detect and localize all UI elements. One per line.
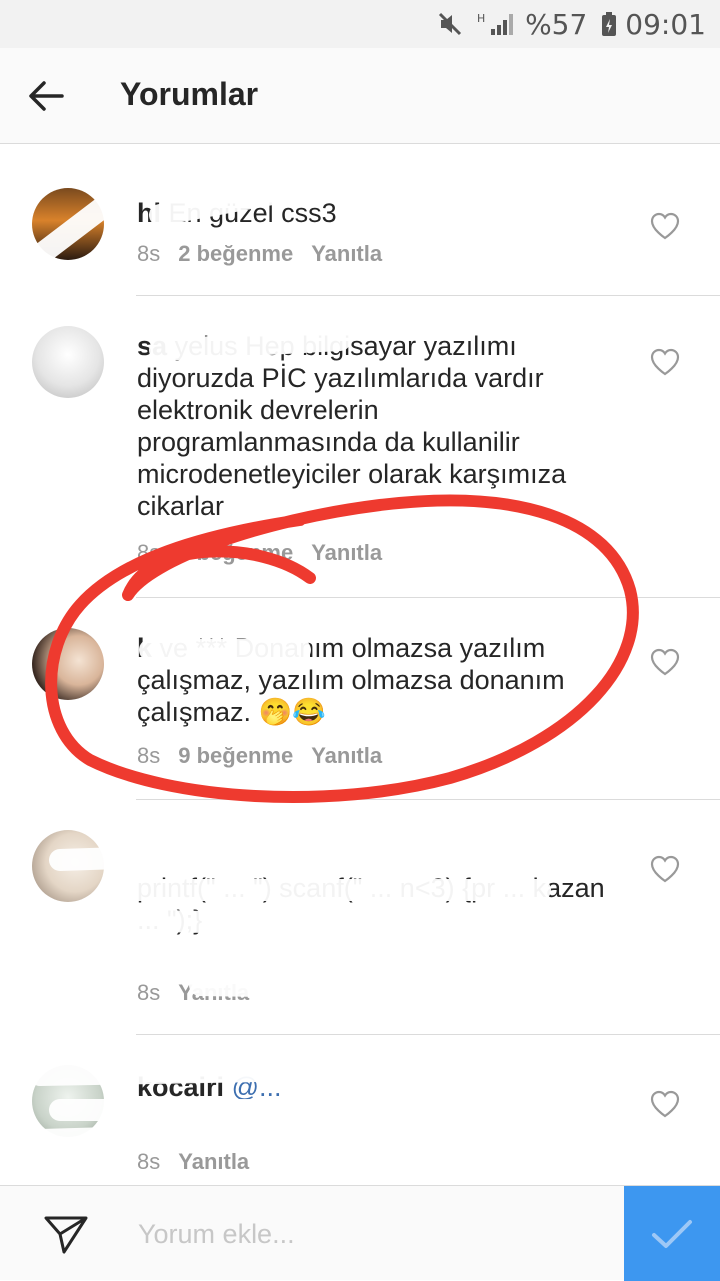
comment-text: hl En güzel css3	[137, 197, 607, 229]
like-count[interactable]: 2 beğenme	[178, 241, 293, 267]
comment-item: sa yelus Hep bilgisayar yazılımı diyoruz…	[0, 296, 720, 598]
reply-button[interactable]: Yanıtla	[311, 743, 382, 769]
comment-message: En güzel css3	[168, 198, 337, 228]
heart-outline-icon[interactable]	[650, 648, 680, 676]
avatar[interactable]	[32, 628, 104, 700]
battery-icon	[601, 11, 617, 37]
reply-button[interactable]: Yanıtla	[178, 980, 249, 1006]
comment-text: printf(" ... ") scanf(" ... n<3) {pr ...…	[137, 872, 607, 936]
clock: 09:01	[625, 7, 706, 41]
heart-outline-icon[interactable]	[650, 212, 680, 240]
paper-plane-icon	[44, 1216, 88, 1254]
comment-message: @...	[231, 1072, 282, 1102]
comment-item: hl En güzel css3 8s 2 beğenme Yanıtla	[0, 145, 720, 296]
heart-outline-icon[interactable]	[650, 348, 680, 376]
page-title: Yorumlar	[120, 76, 259, 112]
comment-time: 8s	[137, 241, 161, 266]
comment-time: 8s	[137, 743, 161, 768]
comment-meta: 8s Yanıtla	[137, 980, 249, 1006]
comment-message: printf(" ... ") scanf(" ... n<3) {pr ...…	[137, 873, 605, 935]
avatar[interactable]	[32, 830, 104, 902]
avatar[interactable]	[32, 188, 104, 260]
comment-item: kocairi @... 8s Yanıtla	[0, 1035, 720, 1185]
reply-button[interactable]: Yanıtla	[311, 540, 382, 566]
comment-username[interactable]: hl	[137, 198, 161, 228]
back-button[interactable]	[22, 74, 70, 118]
mute-icon	[437, 11, 463, 37]
comment-composer	[0, 1185, 720, 1281]
heart-outline-icon[interactable]	[650, 855, 680, 883]
comment-time: 8s	[137, 1149, 161, 1174]
avatar[interactable]	[32, 1065, 104, 1137]
comment-time: 8s	[137, 980, 161, 1005]
avatar[interactable]	[32, 326, 104, 398]
post-comment-button[interactable]	[624, 1186, 720, 1281]
like-count[interactable]: 9 beğenme	[178, 743, 293, 769]
comment-text: k ve *** Donanım olmazsa yazılım çalışma…	[137, 632, 607, 728]
comment-input[interactable]	[136, 1206, 610, 1262]
comment-meta: 8s 2 beğenme Yanıtla	[137, 540, 382, 566]
status-bar: H %57 09:01	[0, 0, 720, 48]
comment-meta: 8s Yanıtla	[137, 1149, 249, 1175]
battery-percent: %57	[525, 7, 588, 41]
comment-message: yelus Hep bilgisayar yazılımı diyoruzda …	[137, 331, 567, 521]
comment-item: printf(" ... ") scanf(" ... n<3) {pr ...…	[0, 800, 720, 1035]
comment-meta: 8s 9 beğenme Yanıtla	[137, 743, 382, 769]
comment-username[interactable]: k	[137, 633, 152, 663]
reply-button[interactable]: Yanıtla	[178, 1149, 249, 1175]
comment-message: ve *** Donanım olmazsa yazılım çalışmaz,…	[137, 633, 565, 727]
comment-username[interactable]: sa	[137, 331, 167, 361]
checkmark-icon	[652, 1219, 692, 1248]
arrow-left-icon	[29, 81, 64, 111]
heart-outline-icon[interactable]	[650, 1090, 680, 1118]
comment-text: sa yelus Hep bilgisayar yazılımı diyoruz…	[137, 330, 607, 522]
comment-meta: 8s 2 beğenme Yanıtla	[137, 241, 382, 267]
comment-item: k ve *** Donanım olmazsa yazılım çalışma…	[0, 598, 720, 800]
svg-text:H: H	[477, 12, 485, 25]
comment-text: kocairi @...	[137, 1071, 607, 1103]
comment-time: 8s	[137, 540, 161, 565]
app-bar: Yorumlar	[0, 48, 720, 144]
signal-icon: H	[477, 11, 517, 37]
direct-send-button[interactable]	[42, 1212, 90, 1256]
like-count[interactable]: 2 beğenme	[178, 540, 293, 566]
reply-button[interactable]: Yanıtla	[311, 241, 382, 267]
comment-username[interactable]: kocairi	[137, 1072, 224, 1102]
